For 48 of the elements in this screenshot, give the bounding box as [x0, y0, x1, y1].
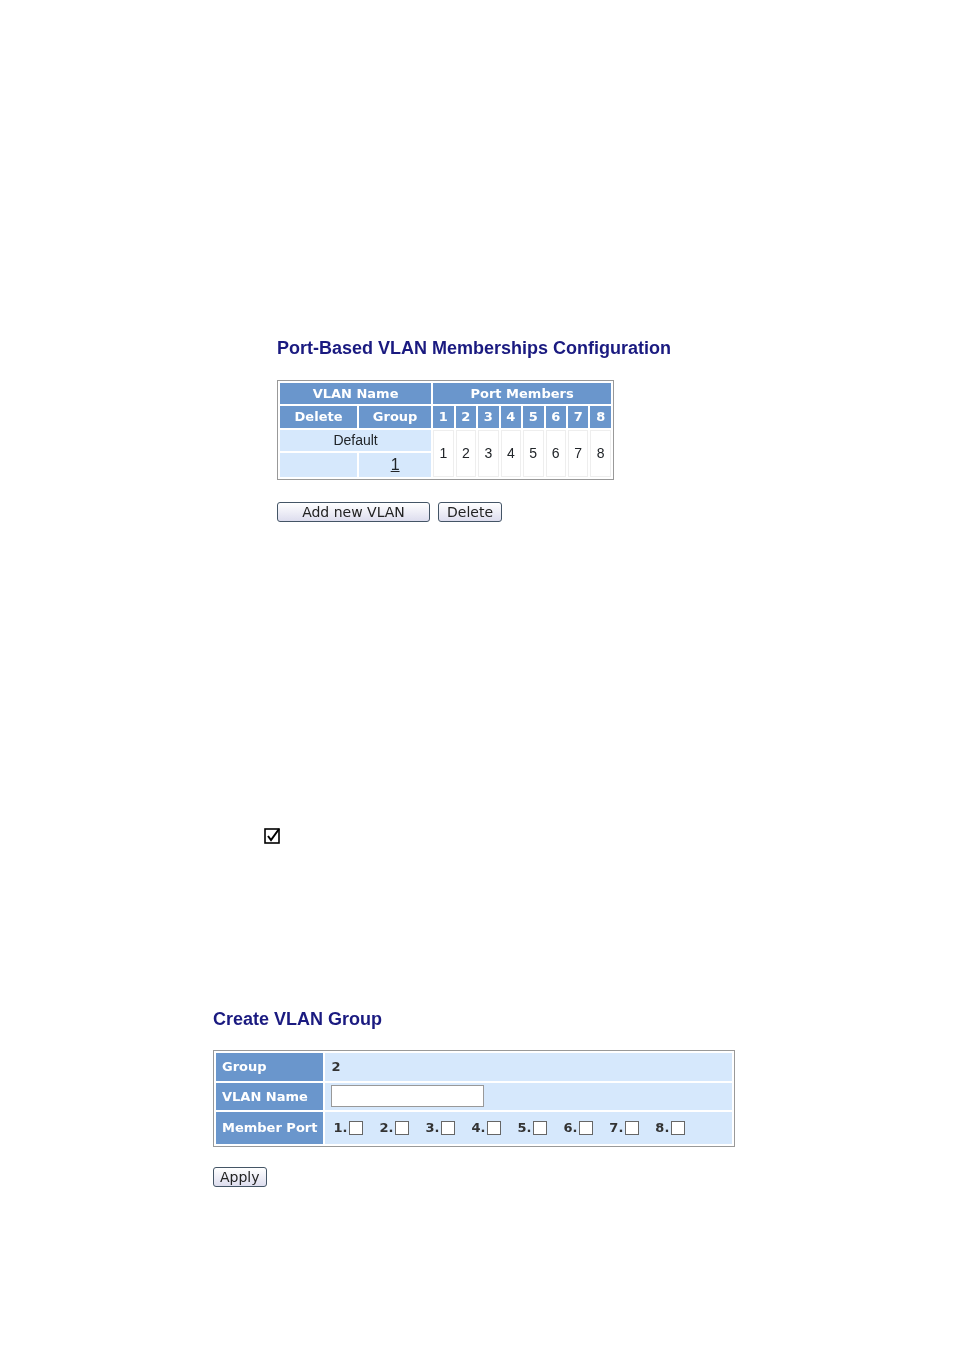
- port-checkbox[interactable]: [533, 1120, 548, 1135]
- table-cell: Default: [280, 429, 432, 451]
- port-label: 3.: [425, 1119, 440, 1138]
- table-cell: 7: [567, 429, 589, 477]
- column-header: 8: [590, 406, 611, 428]
- column-header: 1: [433, 406, 454, 428]
- column-header: 2: [455, 406, 477, 428]
- table-cell: 1: [433, 429, 454, 477]
- section-title: Create VLAN Group: [213, 1008, 384, 1031]
- table-cell: 2: [455, 429, 477, 477]
- port-checkbox[interactable]: [487, 1120, 502, 1135]
- column-header: 4: [500, 406, 522, 428]
- delete-button[interactable]: Delete: [438, 501, 502, 522]
- port-checkbox[interactable]: [625, 1120, 640, 1135]
- port-checkbox[interactable]: [395, 1120, 410, 1135]
- row-header: Member Port: [216, 1112, 324, 1144]
- port-checkbox[interactable]: [441, 1120, 456, 1135]
- port-label: 8.: [655, 1119, 670, 1138]
- table-cell: 8: [590, 429, 611, 477]
- column-header: 3: [478, 406, 499, 428]
- row-header: Group: [216, 1053, 324, 1081]
- column-header: Group: [359, 406, 432, 428]
- table-cell: 2: [325, 1053, 732, 1081]
- table-cell: 4: [500, 429, 522, 477]
- group-link[interactable]: 1: [390, 455, 400, 473]
- port-label: 7.: [609, 1119, 624, 1138]
- row-header: VLAN Name: [216, 1082, 324, 1111]
- vlan-name-field[interactable]: [331, 1085, 485, 1108]
- port-label: 6.: [563, 1119, 578, 1138]
- port-checkbox[interactable]: [349, 1120, 364, 1135]
- column-header: 7: [567, 406, 589, 428]
- table-cell: 3: [478, 429, 499, 477]
- port-label: 2.: [379, 1119, 394, 1138]
- column-header: 5: [523, 406, 544, 428]
- column-header: Delete: [280, 406, 358, 428]
- column-header: Port Members: [433, 382, 611, 405]
- add-vlan-button[interactable]: Add new VLAN: [277, 501, 430, 522]
- port-label: 1.: [333, 1119, 348, 1138]
- port-checkbox[interactable]: [579, 1120, 594, 1135]
- apply-button[interactable]: Apply: [213, 1166, 267, 1187]
- column-header: 6: [545, 406, 566, 428]
- column-header: VLAN Name: [280, 382, 432, 405]
- section-title: Port-Based VLAN Memberships Configuration: [277, 338, 673, 360]
- port-label: 4.: [471, 1119, 486, 1138]
- table-cell: 6: [545, 429, 566, 477]
- port-checkbox[interactable]: [671, 1120, 686, 1135]
- port-label: 5.: [517, 1119, 532, 1138]
- table-cell: 5: [523, 429, 544, 477]
